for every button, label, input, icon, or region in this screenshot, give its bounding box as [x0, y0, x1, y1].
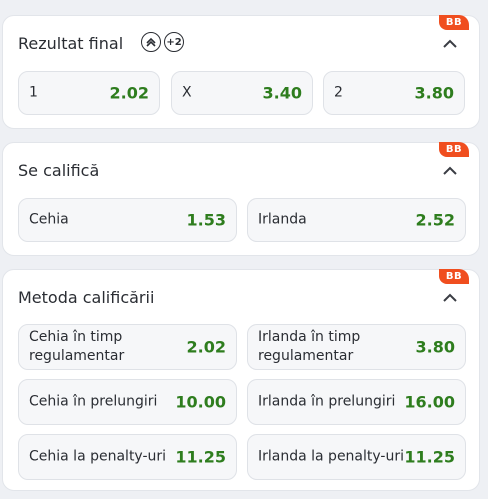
odd-button-2[interactable]: 2 3.80	[323, 71, 465, 115]
odd-value: 11.25	[175, 447, 226, 467]
market-card-metoda-calificarii: BB Metoda calificării Cehia în timp regu…	[2, 269, 480, 491]
market-extra-icons: +2	[141, 32, 184, 52]
odd-button-cehia[interactable]: Cehia 1.53	[18, 198, 237, 242]
odd-value: 16.00	[404, 392, 455, 412]
odd-value: 11.25	[404, 447, 455, 467]
odd-label: Cehia în timp regulamentar	[29, 329, 125, 364]
odd-label: X	[182, 84, 192, 101]
odd-label: Irlanda	[258, 211, 307, 228]
odd-button-cehia-prelungiri[interactable]: Cehia în prelungiri 10.00	[18, 379, 237, 425]
odd-value: 2.02	[109, 83, 149, 103]
bet-builder-badge: BB	[439, 269, 469, 284]
odd-label: Cehia	[29, 211, 69, 228]
odd-button-x[interactable]: X 3.40	[171, 71, 313, 115]
odd-button-irlanda-timp-regulamentar[interactable]: Irlanda în timp regulamentar 3.80	[247, 324, 466, 370]
market-title: Rezultat final	[18, 34, 124, 53]
chevron-up-icon[interactable]	[443, 166, 457, 175]
chevron-up-icon[interactable]	[443, 293, 457, 302]
odd-value: 10.00	[175, 392, 226, 412]
odd-button-cehia-timp-regulamentar[interactable]: Cehia în timp regulamentar 2.02	[18, 324, 237, 370]
bet-builder-badge: BB	[439, 142, 469, 157]
bet-builder-badge: BB	[439, 15, 469, 30]
odd-button-cehia-penalty[interactable]: Cehia la penalty-uri 11.25	[18, 434, 237, 480]
more-markets-icon[interactable]: +2	[164, 32, 184, 52]
market-card-rezultat-final: BB Rezultat final +2 1 2.02 X 3.40 2 3.8…	[2, 15, 480, 129]
odd-value: 2.02	[186, 337, 226, 357]
odd-value: 2.52	[415, 210, 455, 230]
odd-value: 3.80	[415, 337, 455, 357]
odd-button-irlanda[interactable]: Irlanda 2.52	[247, 198, 466, 242]
market-card-se-califica: BB Se califică Cehia 1.53 Irlanda 2.52	[2, 142, 480, 256]
odd-label: 2	[334, 84, 343, 101]
odd-label: 1	[29, 84, 38, 101]
odd-label: Irlanda în prelungiri	[258, 393, 396, 410]
boost-icon[interactable]	[141, 32, 161, 52]
odd-button-irlanda-prelungiri[interactable]: Irlanda în prelungiri 16.00	[247, 379, 466, 425]
odd-button-1[interactable]: 1 2.02	[18, 71, 160, 115]
odd-value: 1.53	[186, 210, 226, 230]
market-title: Se califică	[18, 161, 100, 180]
odd-label: Irlanda în timp regulamentar	[258, 329, 361, 364]
odd-label: Cehia în prelungiri	[29, 393, 158, 410]
market-title: Metoda calificării	[18, 288, 155, 307]
odd-value: 3.80	[414, 83, 454, 103]
chevron-up-icon[interactable]	[443, 39, 457, 48]
odd-label: Cehia la penalty-uri	[29, 448, 167, 465]
odd-button-irlanda-penalty[interactable]: Irlanda la penalty-uri 11.25	[247, 434, 466, 480]
odd-value: 3.40	[262, 83, 302, 103]
odd-label: Irlanda la penalty-uri	[258, 448, 405, 465]
